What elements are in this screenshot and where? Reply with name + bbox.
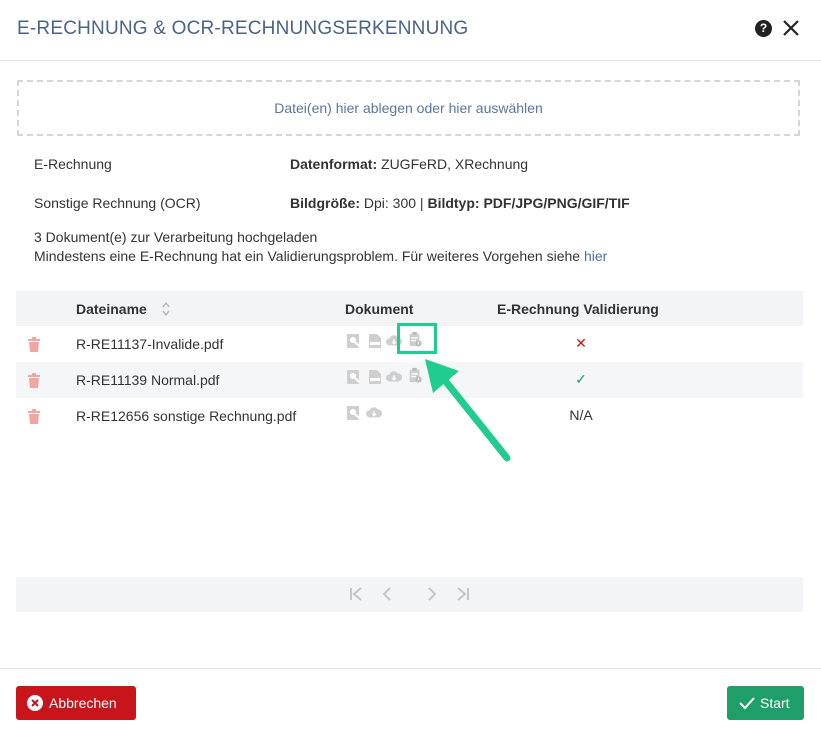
file-dropzone[interactable]: Datei(en) hier ablegen oder hier auswähl… [17, 80, 800, 136]
preview-icon[interactable] [346, 369, 362, 385]
file-name: R-RE11137-Invalide.pdf [76, 336, 224, 352]
start-button[interactable]: Start [727, 686, 804, 720]
upload-notice: 3 Dokument(e) zur Verarbeitung hochgelad… [34, 229, 318, 245]
preview-icon[interactable] [346, 405, 362, 421]
image-size-value: Dpi: 300 | [363, 195, 424, 211]
erechnung-label: E-Rechnung [34, 156, 112, 172]
cancel-button[interactable]: Abbrechen [16, 686, 136, 720]
image-type-value: PDF/JPG/PNG/GIF/TIF [483, 195, 630, 211]
start-button-label: Start [760, 695, 790, 711]
xml-file-icon[interactable] [367, 369, 383, 385]
dialog-header: E-RECHNUNG & OCR-RECHNUNGSERKENNUNG ? [0, 0, 821, 61]
validation-status: ✕ [575, 335, 587, 351]
check-icon [739, 697, 755, 710]
cancel-button-label: Abbrechen [49, 695, 117, 711]
table-header: Dateiname Dokument E-Rechnung Validierun… [16, 291, 803, 326]
question-circle-icon[interactable]: ? [755, 20, 772, 37]
format-value: ZUGFeRD, XRechnung [381, 156, 529, 172]
cloud-download-icon[interactable] [366, 405, 382, 421]
file-name: R-RE12656 sonstige Rechnung.pdf [76, 408, 297, 424]
close-icon[interactable] [781, 17, 801, 39]
validation-notice-text: Mindestens eine E-Rechnung hat ein Valid… [34, 248, 581, 264]
cloud-download-icon[interactable] [386, 369, 402, 385]
dialog: E-RECHNUNG & OCR-RECHNUNGSERKENNUNG ? Da… [0, 0, 821, 737]
dialog-title: E-RECHNUNG & OCR-RECHNUNGSERKENNUNG [17, 18, 469, 39]
pagination [16, 577, 803, 612]
ocr-label: Sonstige Rechnung (OCR) [34, 195, 201, 211]
file-name: R-RE11139 Normal.pdf [76, 372, 220, 388]
image-size-key: Bildgröße: [290, 195, 360, 211]
help-link[interactable]: hier [584, 248, 607, 264]
validation-notice: Mindestens eine E-Rechnung hat ein Valid… [34, 248, 607, 264]
table-row: R-RE12656 sonstige Rechnung.pdf N/A [16, 398, 803, 434]
ocr-format: Bildgröße: Dpi: 300 | Bildtyp: PDF/JPG/P… [290, 195, 630, 211]
annotation-arrow [425, 359, 511, 462]
column-header-filename[interactable]: Dateiname [76, 301, 147, 317]
validation-status: N/A [569, 407, 593, 423]
prev-page-icon[interactable] [379, 585, 395, 603]
format-key: Datenformat: [290, 156, 378, 172]
column-header-document: Dokument [345, 301, 414, 317]
trash-icon[interactable] [26, 372, 42, 389]
sort-icon[interactable] [161, 301, 171, 317]
table-row: R-RE11139 Normal.pdf ✓ [16, 362, 803, 398]
column-header-validation: E-Rechnung Validierung [497, 301, 659, 317]
image-type-key: Bildtyp: [427, 195, 480, 211]
trash-icon[interactable] [26, 408, 42, 425]
highlight-box [397, 323, 437, 354]
files-table: Dateiname Dokument E-Rechnung Validierun… [16, 291, 803, 434]
preview-icon[interactable] [346, 333, 362, 349]
erechnung-format: Datenformat: ZUGFeRD, XRechnung [290, 156, 528, 172]
xml-file-icon[interactable] [367, 333, 383, 349]
first-page-icon[interactable] [348, 585, 364, 603]
last-page-icon[interactable] [455, 585, 471, 603]
validation-status: ✓ [575, 371, 587, 387]
cancel-circle-icon [27, 695, 43, 711]
next-page-icon[interactable] [424, 585, 440, 603]
trash-icon[interactable] [26, 336, 42, 353]
